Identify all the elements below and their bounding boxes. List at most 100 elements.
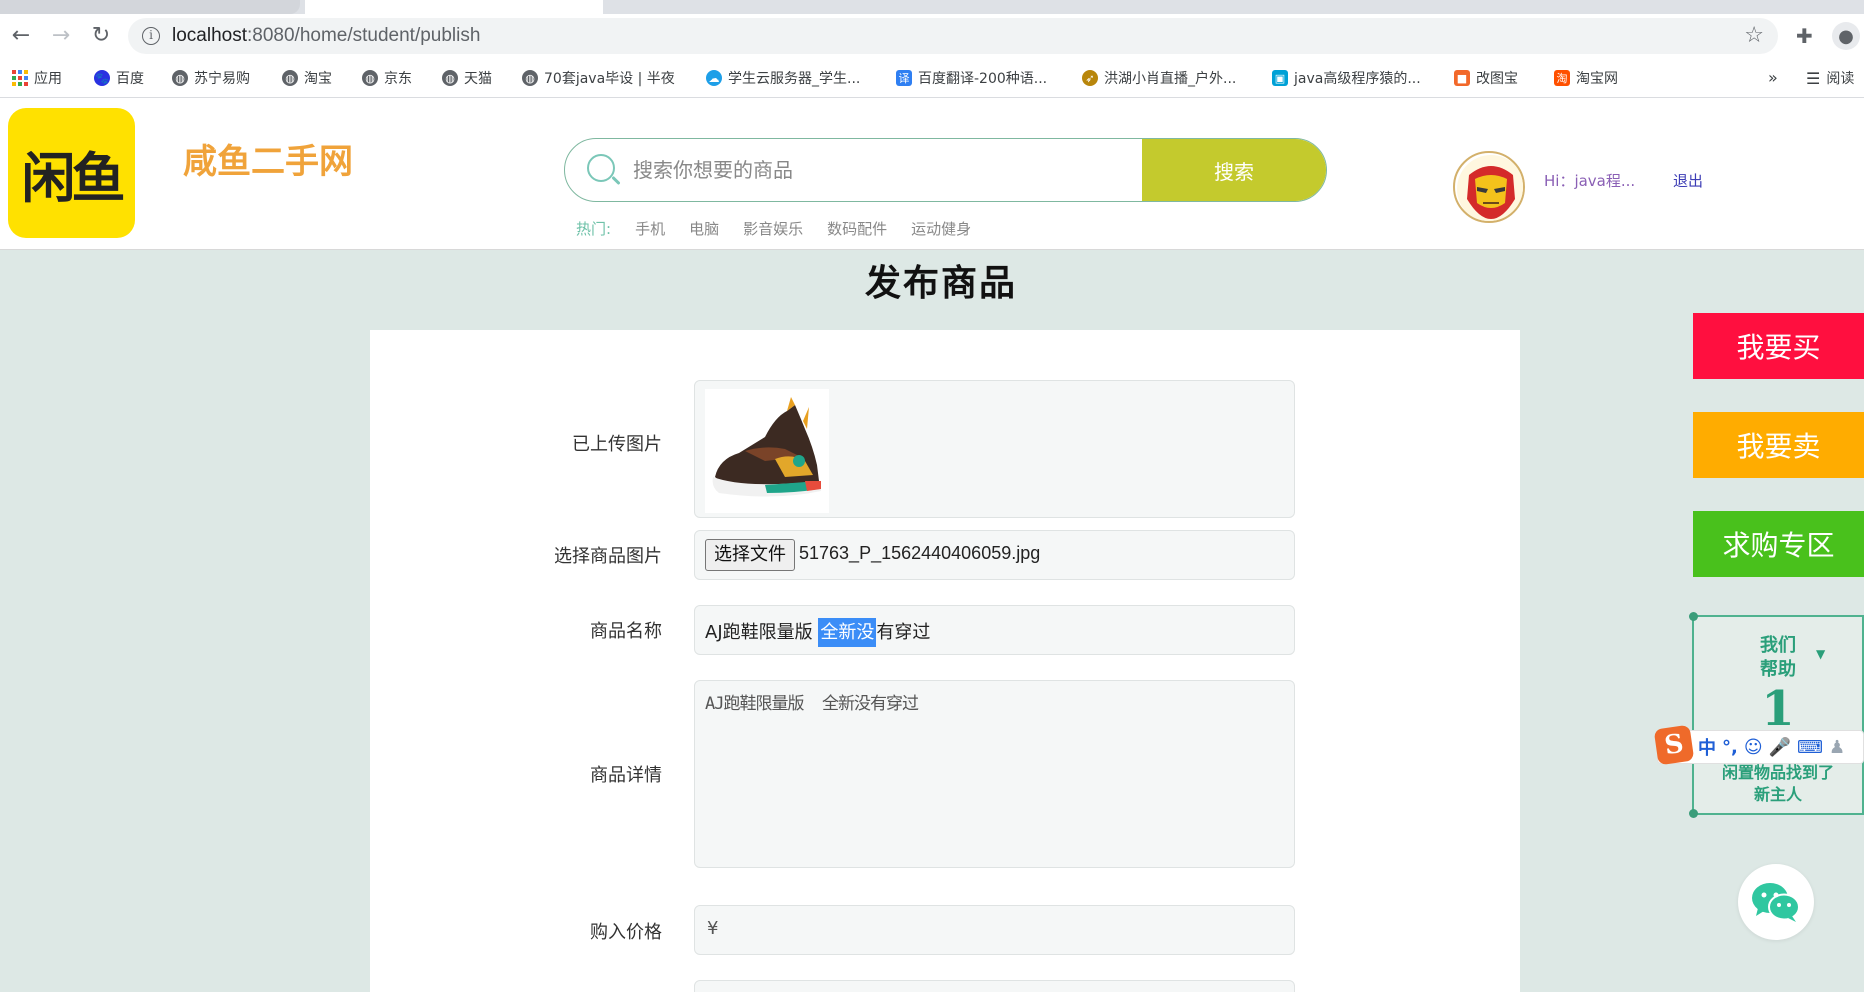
profile-avatar-icon[interactable]: ● [1832,22,1860,50]
back-arrow-icon[interactable]: ← [8,22,34,48]
search-button[interactable]: 搜索 [1142,139,1326,201]
bookmark-taobao-net[interactable]: 淘 淘宝网 [1554,68,1618,88]
address-url[interactable]: localhost:8080/home/student/publish [172,25,480,47]
more-bookmarks-chevron[interactable]: » [1768,68,1778,87]
bookmark-label: 改图宝 [1476,71,1518,87]
globe-icon: ◍ [282,70,298,86]
bookmark-label: 洪湖小肖直播_户外... [1104,71,1237,87]
bookmark-live-stream[interactable]: ➶ 洪湖小肖直播_户外... [1082,68,1236,88]
keyboard-icon[interactable]: ⌨ [1797,737,1823,758]
product-name-label: 商品名称 [590,621,662,642]
browser-tab-inactive[interactable] [0,0,300,14]
i-want-to-sell-button[interactable]: 我要卖 [1693,412,1864,478]
bookmark-jd[interactable]: ◍ 京东 [362,68,412,88]
reading-list-icon: ☰ [1806,68,1821,88]
uploaded-image-thumbnail[interactable] [705,389,829,513]
bookmark-label: 京东 [384,71,412,87]
bookmark-bilibili[interactable]: ▣ java高级程序猿的... [1272,68,1421,88]
bookmark-label: 苏宁易购 [194,71,250,87]
corner-dot [1689,612,1698,621]
price-currency-prefix: ¥ [707,918,719,939]
help-number: 1 [1761,681,1795,737]
site-logo[interactable]: 闲鱼 [8,108,135,238]
product-name-input[interactable]: AJ跑鞋限量版 全新没 有穿过 [694,605,1295,655]
file-input-field: 选择文件 51763_P_1562440406059.jpg [694,530,1295,580]
wechat-chat-button[interactable] [1738,864,1814,940]
product-name-value: AJ跑鞋限量版 全新没 有穿过 [705,618,930,647]
wechat-icon [1752,883,1800,922]
globe-icon: ◍ [172,70,188,86]
globe-icon: ◍ [362,70,378,86]
translate-icon: 译 [896,70,912,86]
i-want-to-buy-button[interactable]: 我要买 [1693,313,1864,379]
hot-link-phone[interactable]: 手机 [635,218,665,239]
baidu-paw-icon: 🐾 [94,70,110,86]
product-detail-value: AJ跑鞋限量版 全新没有穿过 [705,694,919,714]
next-form-field[interactable] [694,980,1295,992]
bookmark-label: 应用 [34,71,62,87]
gaitubao-icon: ■ [1454,70,1470,86]
cloud-icon: ☁ [706,70,722,86]
bookmark-gaitubao[interactable]: ■ 改图宝 [1454,68,1518,88]
help-line-4: 新主人 [1753,785,1802,804]
browser-tab-strip [0,0,1864,14]
user-avatar[interactable] [1453,151,1525,223]
product-detail-textarea[interactable]: AJ跑鞋限量版 全新没有穿过 [694,680,1295,868]
emoji-icon[interactable]: ☺ [1744,737,1763,758]
help-stats-widget: 我们 帮助 ▼ 1 闲置物品找到了 新主人 [1689,612,1864,818]
ime-mode-toggle[interactable]: 中 [1698,734,1716,760]
tab-strip-empty [605,0,1864,14]
user-greeting[interactable]: Hi：java程... [1544,170,1635,191]
bookmark-label: 淘宝 [304,71,332,87]
purchase-price-input[interactable]: ¥ [694,905,1295,955]
microphone-icon[interactable]: 🎤 [1769,737,1791,758]
hot-link-computer[interactable]: 电脑 [689,218,719,239]
browser-tab-active[interactable] [305,0,603,14]
bookmark-taobao[interactable]: ◍ 淘宝 [282,68,332,88]
site-header: 闲鱼 咸鱼二手网 搜索 热门: 手机 电脑 影音娱乐 数码配件 运动健身 Hi：… [0,98,1864,250]
bookmark-suning[interactable]: ◍ 苏宁易购 [172,68,250,88]
uploaded-image-field [694,380,1295,518]
sogou-logo-icon[interactable]: S [1653,724,1695,766]
reload-icon[interactable]: ↻ [88,22,114,48]
extensions-puzzle-icon[interactable]: ✚ [1796,24,1813,48]
url-path: :8080/home/student/publish [247,25,481,46]
name-text-before: AJ跑鞋限量版 [705,622,819,643]
bookmarks-bar: 应用 🐾 百度 ◍ 苏宁易购 ◍ 淘宝 ◍ 京东 ◍ 天猫 ◍ 70套java毕… [0,58,1864,98]
hot-search-links: 热门: 手机 电脑 影音娱乐 数码配件 运动健身 [576,218,971,239]
hot-link-digital[interactable]: 数码配件 [827,218,887,239]
corner-dot [1689,809,1698,818]
site-info-icon[interactable]: i [142,27,160,45]
ime-toolbar[interactable]: S 中 °, ☺ 🎤 ⌨ ♟ [1653,724,1864,766]
bilibili-tv-icon: ▣ [1272,70,1288,86]
bookmark-student-cloud[interactable]: ☁ 学生云服务器_学生... [706,68,860,88]
reading-list[interactable]: ☰ 阅读 [1806,68,1854,88]
bookmark-label: 百度翻译-200种语... [918,71,1048,87]
chosen-file-name: 51763_P_1562440406059.jpg [799,543,1041,563]
bookmark-apps[interactable]: 应用 [12,68,62,88]
forward-arrow-icon[interactable]: → [48,22,74,48]
bookmark-java-projects[interactable]: ◍ 70套java毕设 | 半夜 [522,68,675,88]
address-bar[interactable]: i localhost:8080/home/student/publish ☆ [128,18,1778,54]
globe-icon: ◍ [442,70,458,86]
logout-link[interactable]: 退出 [1673,170,1703,191]
choose-file-button[interactable]: 选择文件 [705,539,795,571]
bookmark-label: java高级程序猿的... [1294,71,1421,87]
wanted-zone-button[interactable]: 求购专区 [1693,511,1864,577]
site-name[interactable]: 咸鱼二手网 [183,134,353,183]
help-line-1: 我们 [1760,635,1796,656]
bookmark-label: 70套java毕设 | 半夜 [544,71,675,87]
ironman-avatar-icon [1457,155,1523,221]
punctuation-icon[interactable]: °, [1722,737,1738,758]
bookmark-tmall[interactable]: ◍ 天猫 [442,68,492,88]
user-icon[interactable]: ♟ [1829,737,1845,758]
hot-link-media[interactable]: 影音娱乐 [743,218,803,239]
bookmark-baidu-translate[interactable]: 译 百度翻译-200种语... [896,68,1047,88]
search-input[interactable] [633,139,1203,201]
hot-link-sports[interactable]: 运动健身 [911,218,971,239]
bookmark-baidu[interactable]: 🐾 百度 [94,68,144,88]
bookmark-label: 学生云服务器_学生... [728,71,861,87]
name-text-selected: 全新没 [818,618,877,647]
bookmark-star-icon[interactable]: ☆ [1744,23,1764,48]
sneaker-image [705,389,829,513]
